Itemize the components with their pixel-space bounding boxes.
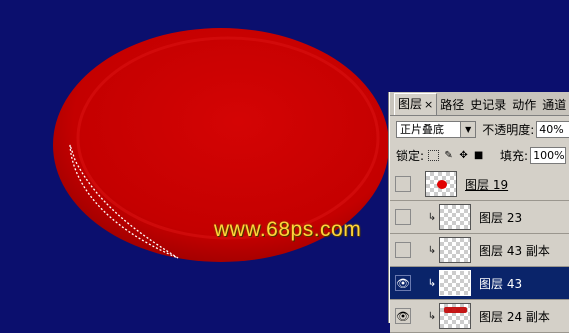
close-icon[interactable]: × [424, 98, 433, 111]
layer-name: 图层 24 副本 [479, 309, 550, 324]
layer-name: 图层 43 副本 [479, 243, 550, 258]
clip-arrow-icon: ↳ [427, 244, 437, 256]
layer-thumbnail [439, 270, 471, 296]
layer-name: 图层 23 [479, 210, 523, 225]
lock-label: 锁定: [396, 148, 425, 163]
tab-history[interactable]: 史记录 [467, 95, 509, 115]
layer-row[interactable]: ↳ 图层 43 副本 [390, 234, 569, 267]
red-dot-thumbnail-mark [437, 180, 447, 189]
fill-label: 填充: [500, 148, 529, 163]
red-bar-thumbnail-mark [444, 307, 467, 313]
eye-icon[interactable]: 👁 [395, 308, 411, 324]
blend-opacity-row: 正片叠底 ▼ 不透明度: 40% [390, 116, 569, 142]
layer-row[interactable]: ↳ 图层 23 [390, 201, 569, 234]
clip-arrow-icon: ↳ [427, 211, 437, 223]
blend-mode-select[interactable]: 正片叠底 ▼ [396, 120, 477, 138]
layer-thumbnail [425, 171, 457, 197]
clip-arrow-icon: ↳ [427, 277, 437, 289]
opacity-label: 不透明度: [482, 122, 535, 137]
tab-channels[interactable]: 通道 [539, 95, 569, 115]
layer-name: 图层 43 [479, 276, 523, 291]
fill-input[interactable]: 100% [530, 146, 567, 164]
lock-move-icon[interactable]: ✥ [458, 150, 469, 161]
layer-thumbnail [439, 204, 471, 230]
watermark-text: www.68ps.com [214, 218, 362, 241]
eye-icon[interactable]: 👁 [395, 275, 411, 291]
visibility-toggle[interactable] [395, 176, 411, 192]
visibility-toggle[interactable] [395, 242, 411, 258]
layer-row[interactable]: 👁 ↳ 图层 24 副本 [390, 300, 569, 333]
lock-transparency-icon[interactable] [428, 149, 440, 161]
layer-name: 图层 19 [465, 177, 509, 192]
lock-fill-row: 锁定: ✎ ✥ ■ 填充: 100% [390, 142, 569, 169]
layer-thumbnail [439, 237, 471, 263]
layer-thumbnail [439, 303, 471, 329]
chevron-down-icon[interactable]: ▼ [460, 121, 476, 137]
layers-panel: 图层 × 路径 史记录 动作 通道 正片叠底 ▼ 不透明度: 40% 锁定: ✎ … [389, 92, 569, 333]
lock-all-icon[interactable]: ■ [473, 150, 484, 161]
tab-actions[interactable]: 动作 [509, 95, 539, 115]
opacity-input[interactable]: 40% [536, 120, 569, 138]
clip-arrow-icon: ↳ [427, 310, 437, 322]
tab-paths[interactable]: 路径 [437, 95, 467, 115]
tab-layers[interactable]: 图层 × [394, 93, 438, 115]
layer-row[interactable]: 图层 19 [390, 168, 569, 201]
visibility-toggle[interactable] [395, 209, 411, 225]
panel-tab-bar: 图层 × 路径 史记录 动作 通道 [390, 92, 569, 116]
blend-mode-value: 正片叠底 [400, 123, 444, 136]
lock-brush-icon[interactable]: ✎ [443, 150, 454, 161]
layer-list: 图层 19 ↳ 图层 23 ↳ 图层 43 副本 👁 ↳ 图层 43 👁 ↳ 图… [390, 168, 569, 333]
tab-label: 图层 [398, 97, 423, 111]
layer-row-selected[interactable]: 👁 ↳ 图层 43 [390, 267, 569, 300]
